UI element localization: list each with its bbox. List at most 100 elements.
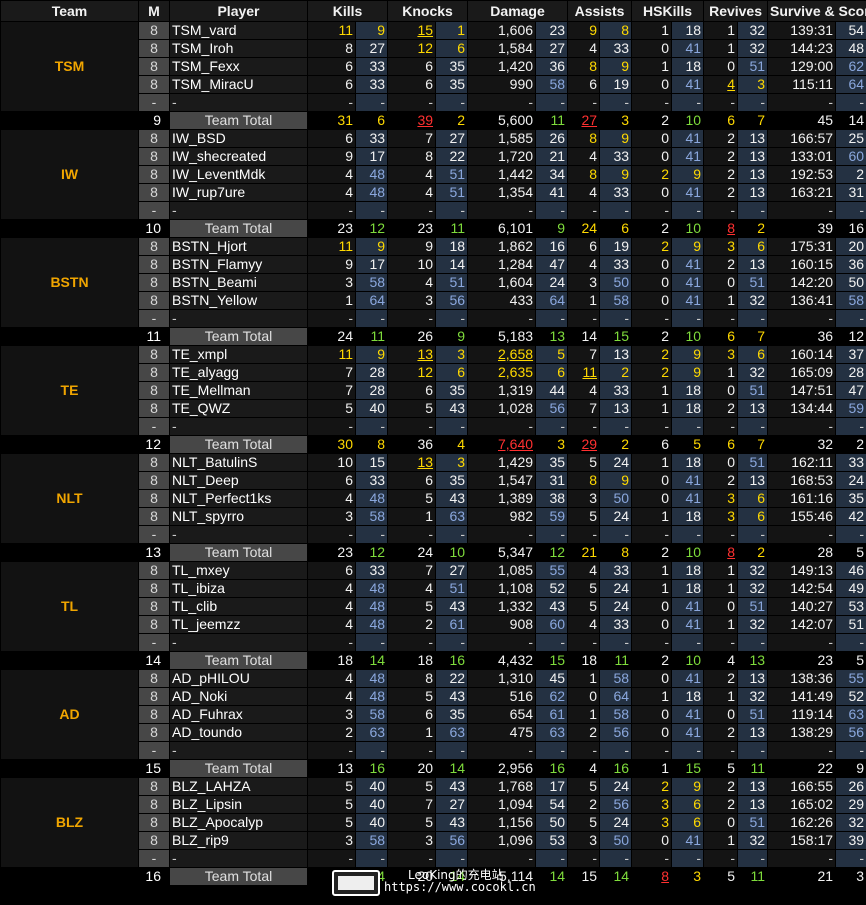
stat-cell: 8 bbox=[567, 165, 601, 184]
player-name[interactable]: TL_mxey bbox=[169, 561, 308, 580]
header-kills[interactable]: Kills bbox=[306, 0, 389, 22]
player-name[interactable]: - bbox=[169, 849, 308, 868]
player-name[interactable]: AD_pHILOU bbox=[169, 669, 308, 688]
player-name[interactable]: - bbox=[169, 201, 308, 220]
stat-cell: 155:46 bbox=[767, 507, 837, 526]
player-name[interactable]: IW_LeventMdk bbox=[169, 165, 308, 184]
stat-cell: 11 bbox=[307, 345, 356, 364]
stat-cell: - bbox=[703, 849, 739, 868]
team-name[interactable]: TE bbox=[0, 345, 139, 436]
header-hskills[interactable]: HSKills bbox=[631, 0, 705, 22]
player-name[interactable]: TL_jeemzz bbox=[169, 615, 308, 634]
player-name[interactable]: TL_clib bbox=[169, 597, 308, 616]
stat-cell: - bbox=[631, 417, 673, 436]
player-name[interactable]: IW_shecreated bbox=[169, 147, 308, 166]
stat-cell: 50 bbox=[599, 489, 633, 508]
stat-cell: 41 bbox=[671, 723, 705, 742]
player-name[interactable]: BSTN_Yellow bbox=[169, 291, 308, 310]
stat-cell: 48 bbox=[835, 39, 866, 58]
stat-cell: 1 bbox=[387, 723, 437, 742]
stat-cell: - bbox=[435, 309, 469, 328]
header-player[interactable]: Player bbox=[169, 0, 308, 22]
player-row[interactable]: TL 8 TL_mxey 6 33 7 27 1,085 55 4 33 1 18 1 32 149:13 46 bbox=[0, 561, 866, 652]
player-name[interactable]: TSM_vard bbox=[169, 21, 308, 40]
stat-cell: 1,354 bbox=[467, 183, 537, 202]
stat-cell: 43 bbox=[435, 777, 469, 796]
player-name[interactable]: TSM_MiracU bbox=[169, 75, 308, 94]
player-name[interactable]: - bbox=[169, 309, 308, 328]
player-name[interactable]: BSTN_Hjort bbox=[169, 237, 308, 256]
player-name[interactable]: TE_alyagg bbox=[169, 363, 308, 382]
stat-cell: 14 bbox=[599, 867, 633, 886]
stat-cell: 63 bbox=[435, 723, 469, 742]
stat-cell: 51 bbox=[835, 615, 866, 634]
header-m[interactable]: M bbox=[138, 0, 170, 22]
stat-cell: 11 bbox=[354, 327, 389, 346]
stat-cell: 50 bbox=[835, 273, 866, 292]
player-name[interactable]: TE_QWZ bbox=[169, 399, 308, 418]
team-name[interactable]: BSTN bbox=[0, 237, 139, 328]
stat-cell: 9 bbox=[354, 345, 389, 364]
player-name[interactable]: NLT_Perfect1ks bbox=[169, 489, 308, 508]
player-name[interactable]: TE_Mellman bbox=[169, 381, 308, 400]
stat-cell: - bbox=[737, 741, 769, 760]
player-name[interactable]: BLZ_rip9 bbox=[169, 831, 308, 850]
stat-cell: 5 bbox=[307, 813, 356, 832]
player-row[interactable]: AD 8 AD_pHILOU 4 48 8 22 1,310 45 1 58 0 41 2 13 138:36… bbox=[0, 669, 866, 760]
player-row[interactable]: NLT 8 NLT_BatulinS 10 15 13 3 1,429 35 5 24 1 18 0 51 1… bbox=[0, 453, 866, 544]
player-name[interactable]: - bbox=[169, 525, 308, 544]
stat-cell: 12 bbox=[354, 543, 389, 562]
player-name[interactable]: BLZ_Apocalyp bbox=[169, 813, 308, 832]
player-name[interactable]: - bbox=[169, 741, 308, 760]
header-knocks[interactable]: Knocks bbox=[387, 0, 469, 22]
player-row[interactable]: IW 8 IW_BSD 6 33 7 27 1,585 26 8 9 0 41 2 13 166:57 25 bbox=[0, 129, 866, 220]
team-name[interactable]: TSM bbox=[0, 21, 139, 112]
player-name[interactable]: BLZ_Lipsin bbox=[169, 795, 308, 814]
player-name[interactable]: - bbox=[169, 417, 308, 436]
player-name[interactable]: AD_toundo bbox=[169, 723, 308, 742]
stat-cell: 18 bbox=[671, 453, 705, 472]
player-row[interactable]: BLZ 8 BLZ_LAHZA 5 40 5 43 1,768 17 5 24 2 9 2 13 166:55… bbox=[0, 777, 866, 868]
stat-cell: 23 bbox=[387, 219, 437, 238]
team-name[interactable]: BLZ bbox=[0, 777, 139, 868]
player-name[interactable]: BSTN_Flamyy bbox=[169, 255, 308, 274]
player-name[interactable]: TSM_Iroh bbox=[169, 39, 308, 58]
player-name[interactable]: AD_Noki bbox=[169, 687, 308, 706]
team-name[interactable]: NLT bbox=[0, 453, 139, 544]
stat-cell: 18 bbox=[671, 687, 705, 706]
stat-cell: 9 bbox=[567, 21, 601, 40]
stat-cell: 168:53 bbox=[767, 471, 837, 490]
player-name[interactable]: IW_rup7ure bbox=[169, 183, 308, 202]
stat-cell: 2 bbox=[703, 129, 739, 148]
player-name[interactable]: NLT_Deep bbox=[169, 471, 308, 490]
player-name[interactable]: IW_BSD bbox=[169, 129, 308, 148]
player-name[interactable]: - bbox=[169, 93, 308, 112]
player-name[interactable]: AD_Fuhrax bbox=[169, 705, 308, 724]
team-name[interactable]: TL bbox=[0, 561, 139, 652]
stat-cell: 8 bbox=[567, 471, 601, 490]
stat-cell: 14 bbox=[567, 327, 601, 346]
header-team[interactable]: Team bbox=[0, 0, 139, 22]
player-name[interactable]: NLT_spyrro bbox=[169, 507, 308, 526]
player-name[interactable]: BLZ_LAHZA bbox=[169, 777, 308, 796]
stat-cell: - bbox=[767, 741, 837, 760]
header-assists[interactable]: Assists bbox=[567, 0, 633, 22]
stat-cell: 48 bbox=[354, 687, 389, 706]
player-name[interactable]: BSTN_Beami bbox=[169, 273, 308, 292]
header-revives[interactable]: Revives bbox=[703, 0, 769, 22]
player-name[interactable]: TE_xmpl bbox=[169, 345, 308, 364]
team-name[interactable]: AD bbox=[0, 669, 139, 760]
header-survive-score[interactable]: Survive & Score bbox=[767, 0, 866, 22]
stat-cell: 33 bbox=[354, 129, 389, 148]
player-name[interactable]: NLT_BatulinS bbox=[169, 453, 308, 472]
player-name[interactable]: TSM_Fexx bbox=[169, 57, 308, 76]
player-name[interactable]: - bbox=[169, 633, 308, 652]
stat-cell: 0 bbox=[567, 687, 601, 706]
header-damage[interactable]: Damage bbox=[467, 0, 569, 22]
team-name[interactable]: IW bbox=[0, 129, 139, 220]
player-row[interactable]: BSTN 8 BSTN_Hjort 11 9 9 18 1,862 16 6 19 2 9 3 6 175:3… bbox=[0, 237, 866, 328]
player-row[interactable]: TE 8 TE_xmpl 11 9 13 3 2,658 5 7 13 2 9 3 6 160:14 37 bbox=[0, 345, 866, 436]
player-row[interactable]: TSM 8 TSM_vard 11 9 15 1 1,606 23 9 8 1 18 1 32 139:31 5… bbox=[0, 21, 866, 112]
player-name[interactable]: TL_ibiza bbox=[169, 579, 308, 598]
stat-cell: 19 bbox=[599, 75, 633, 94]
